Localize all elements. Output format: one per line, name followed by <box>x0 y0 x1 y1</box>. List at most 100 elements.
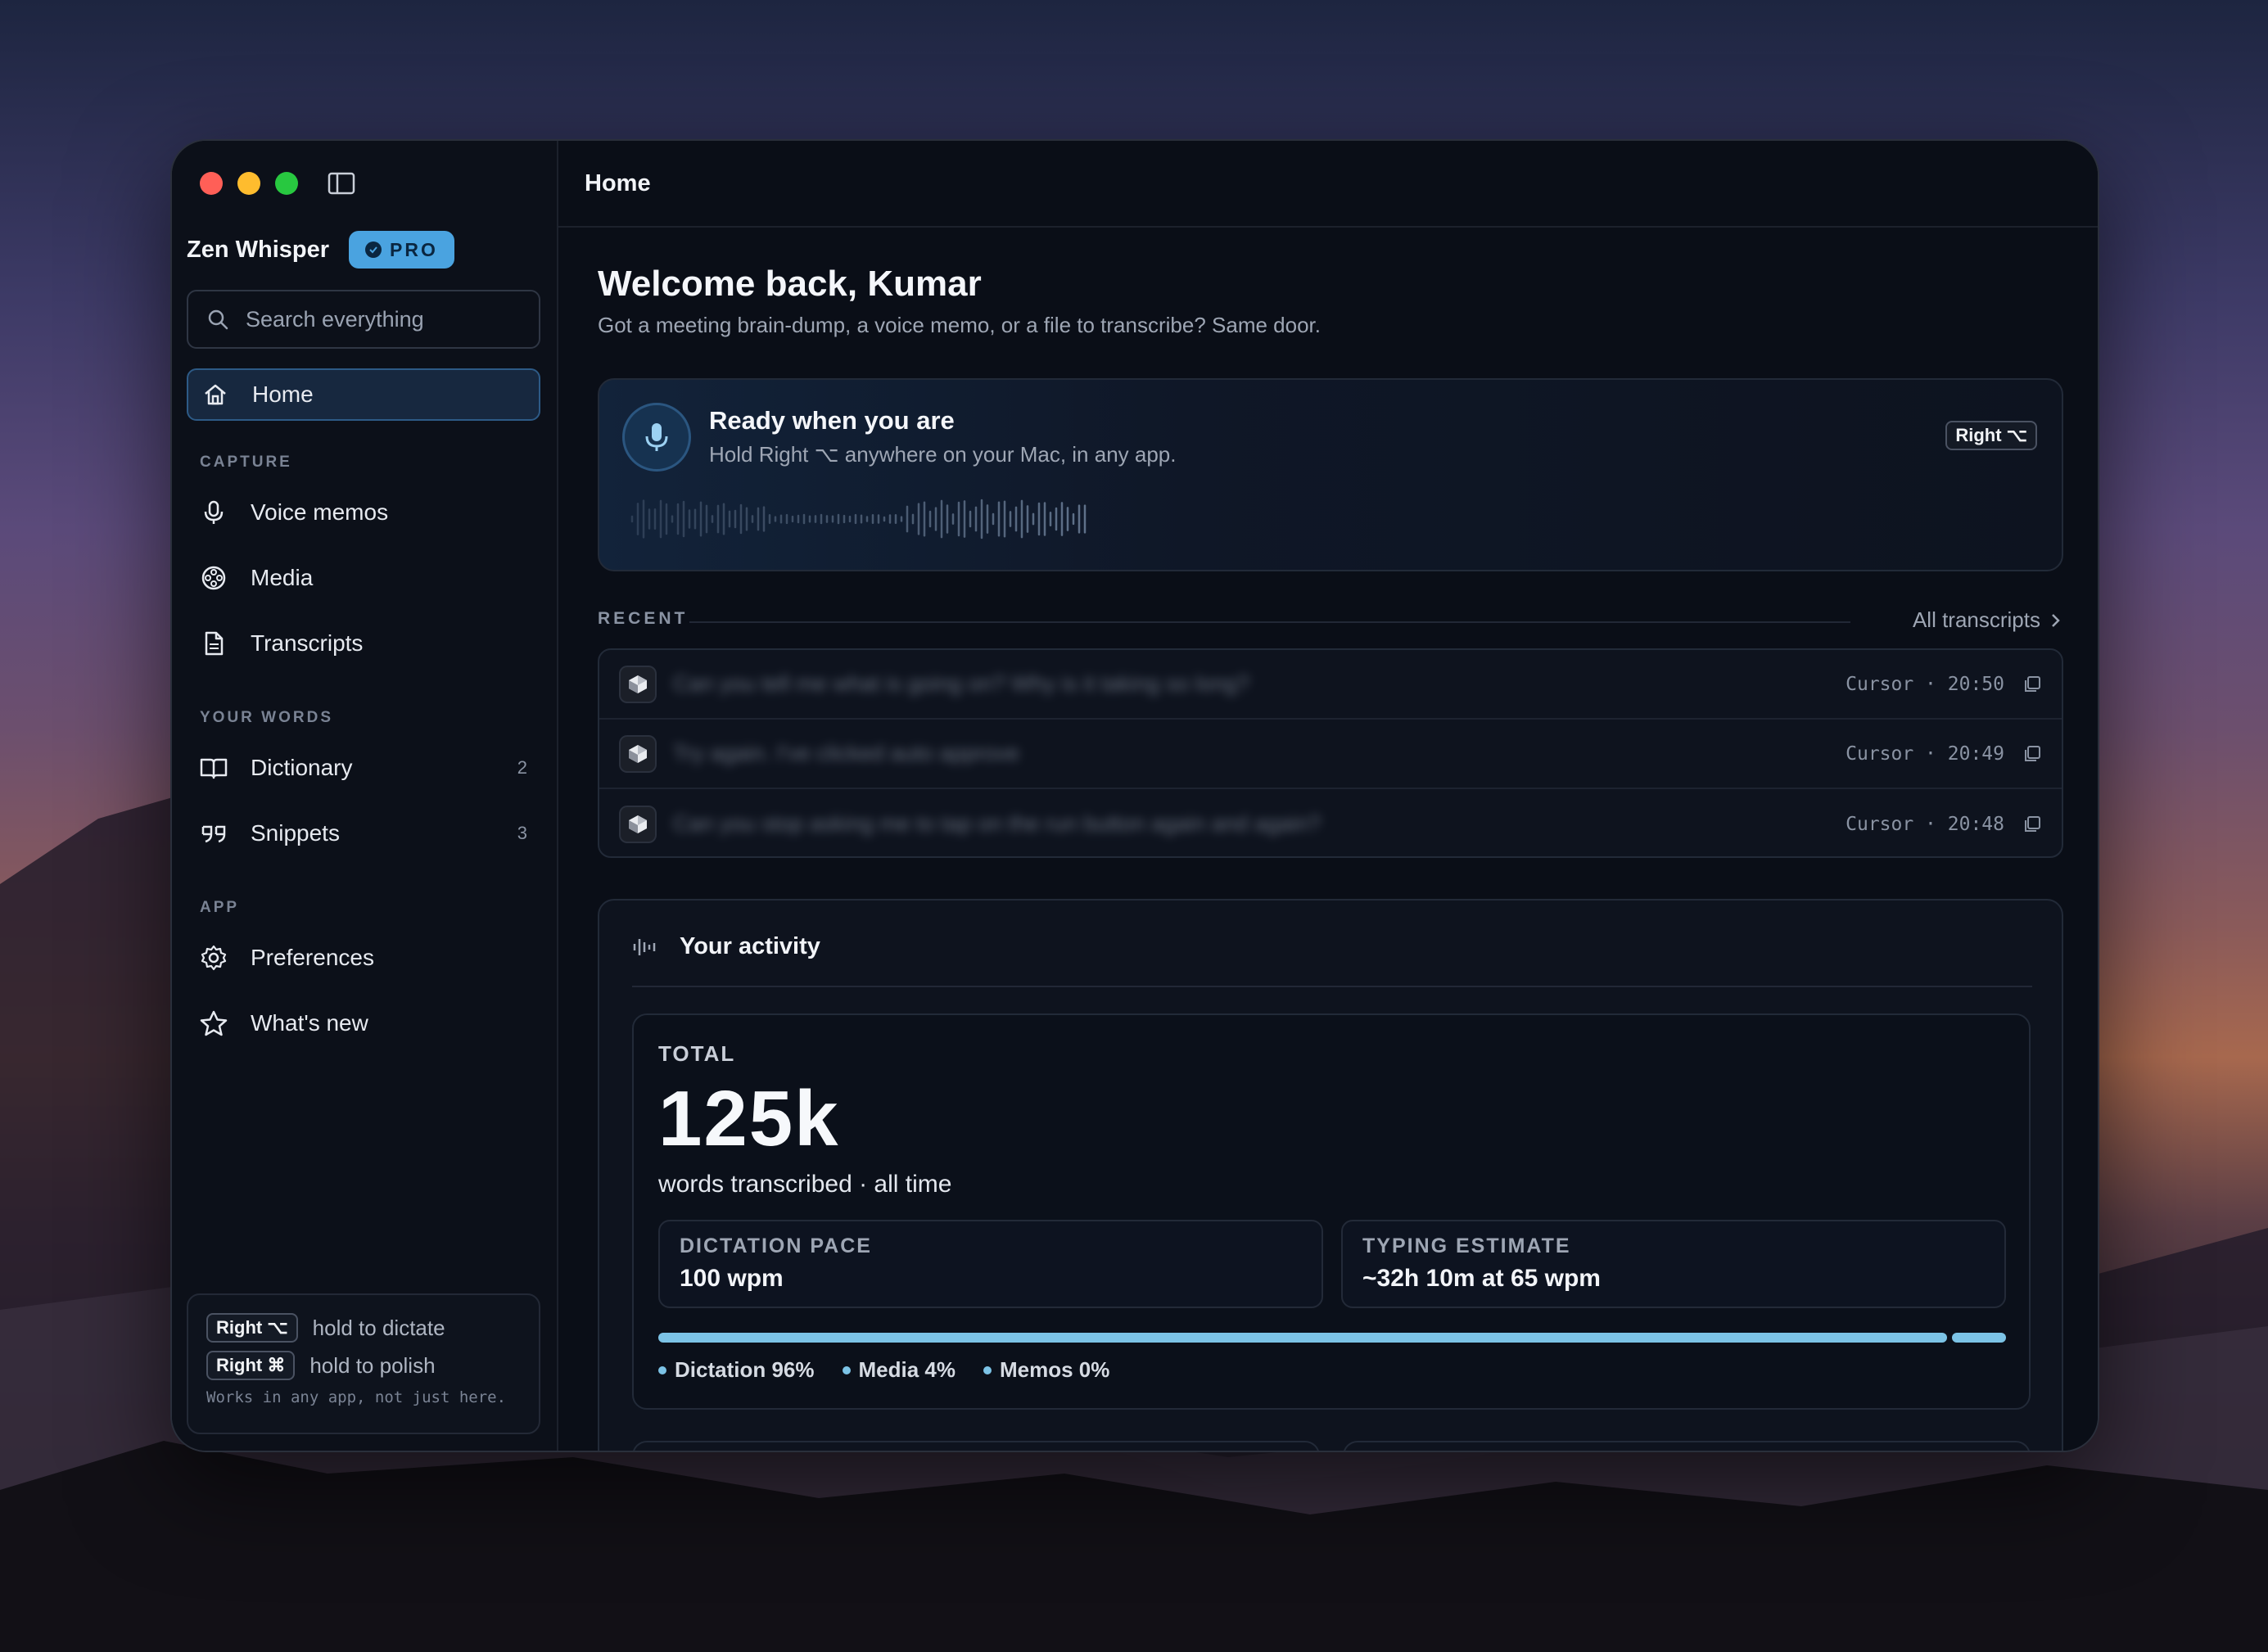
recent-row[interactable]: Can you stop asking me to tap on the run… <box>599 789 2062 856</box>
microphone-icon <box>200 499 228 526</box>
sidebar-item-label: Media <box>251 565 314 590</box>
sidebar-item-voice-memos[interactable]: Voice memos <box>187 486 540 539</box>
pace-value: 100 wpm <box>680 1265 784 1292</box>
gear-icon <box>200 944 228 972</box>
app-window: Zen Whisper PRO Search everything Home C… <box>170 139 2099 1452</box>
search-input[interactable]: Search everything <box>187 290 540 349</box>
recent-row-meta: Cursor · 20:49 <box>1846 742 2004 765</box>
dictionary-count: 2 <box>517 757 527 778</box>
typing-label: TYPING ESTIMATE <box>1362 1234 1571 1257</box>
dictate-key: Right ⌥ <box>206 1313 298 1343</box>
pro-badge: PRO <box>349 231 454 269</box>
recent-row-text: Can you stop asking me to tap on the run… <box>673 811 1321 836</box>
waveform-icon <box>633 938 656 955</box>
activity-card: Your activity TOTAL 125k words transcrib… <box>598 899 2063 1451</box>
sidebar-item-media[interactable]: Media <box>187 552 540 604</box>
recent-transcripts-list: Can you tell me what is going on? Why is… <box>598 648 2063 858</box>
sidebar-item-label: Snippets <box>251 820 340 846</box>
source-breakdown-bar <box>658 1333 2006 1343</box>
activity-subcard <box>632 1441 1320 1451</box>
recent-row-text: Can you tell me what is going on? Why is… <box>673 671 1249 696</box>
book-icon <box>200 754 228 782</box>
waveform-visual <box>630 499 1087 539</box>
app-name: Zen Whisper <box>187 236 330 263</box>
legend-dot <box>983 1365 992 1374</box>
search-placeholder: Search everything <box>246 306 424 332</box>
copy-icon[interactable] <box>2022 815 2042 834</box>
pace-label: DICTATION PACE <box>680 1234 872 1257</box>
ready-title: Ready when you are <box>709 406 955 435</box>
badge-check-icon <box>365 241 382 258</box>
dictate-hint: hold to dictate <box>312 1315 445 1340</box>
breakdown-segment <box>1952 1333 2006 1343</box>
home-icon <box>201 381 229 408</box>
shortcut-hints: Right ⌥ hold to dictate Right ⌘ hold to … <box>187 1293 540 1434</box>
sidebar-item-label: Transcripts <box>251 630 364 656</box>
recent-row-text: Try again. I've clicked auto approve <box>673 741 1019 765</box>
recent-row[interactable]: Can you tell me what is going on? Why is… <box>599 650 2062 720</box>
document-icon <box>200 630 228 657</box>
microphone-icon <box>645 423 668 451</box>
total-label: TOTAL <box>658 1041 736 1066</box>
ready-subtitle: Hold Right ⌥ anywhere on your Mac, in an… <box>709 442 1177 467</box>
quote-icon <box>200 819 228 847</box>
cursor-app-icon <box>619 665 657 703</box>
polish-key: Right ⌘ <box>206 1351 296 1380</box>
recent-divider <box>689 621 1850 623</box>
window-controls <box>200 172 298 195</box>
section-your-words: YOUR WORDS <box>200 709 333 726</box>
all-transcripts-label: All transcripts <box>1912 607 2040 632</box>
sidebar-item-whats-new[interactable]: What's new <box>187 997 540 1049</box>
all-transcripts-link[interactable]: All transcripts <box>1913 607 2062 633</box>
cursor-app-icon <box>619 805 657 843</box>
breakdown-legend: Dictation 96% Media 4% Memos 0% <box>658 1357 1109 1383</box>
legend-dictation: Dictation 96% <box>658 1357 815 1383</box>
recent-row-meta: Cursor · 20:48 <box>1846 813 2004 835</box>
recent-row[interactable]: Try again. I've clicked auto approve Cur… <box>599 720 2062 789</box>
search-icon <box>208 309 228 330</box>
pro-badge-label: PRO <box>390 238 438 260</box>
ready-shortcut-key: Right ⌥ <box>1945 421 2037 450</box>
welcome-heading: Welcome back, Kumar <box>598 264 982 304</box>
sidebar: Zen Whisper PRO Search everything Home C… <box>172 141 558 1451</box>
legend-label: Media 4% <box>858 1357 956 1382</box>
recent-row-meta: Cursor · 20:50 <box>1846 673 2004 695</box>
legend-dot <box>842 1365 851 1374</box>
breakdown-segment <box>658 1333 1947 1343</box>
ready-card[interactable]: Ready when you are Hold Right ⌥ anywhere… <box>598 378 2063 571</box>
activity-subcard <box>1343 1441 2031 1451</box>
cursor-app-icon <box>619 734 657 773</box>
minimize-window-button[interactable] <box>237 172 260 195</box>
zoom-window-button[interactable] <box>275 172 298 195</box>
record-button[interactable] <box>622 403 691 472</box>
hint-footer: Works in any app, not just here. <box>206 1388 507 1406</box>
typing-estimate-card: TYPING ESTIMATE ~32h 10m at 65 wpm <box>1341 1220 2006 1308</box>
sidebar-item-transcripts[interactable]: Transcripts <box>187 617 540 670</box>
sidebar-item-label: Home <box>252 381 314 407</box>
brand: Zen Whisper PRO <box>187 231 454 269</box>
dictation-pace-card: DICTATION PACE 100 wpm <box>658 1220 1323 1308</box>
sidebar-item-dictionary[interactable]: Dictionary 2 <box>187 742 540 794</box>
total-value: 125k <box>658 1075 840 1162</box>
chevron-right-icon <box>2052 613 2060 627</box>
sidebar-item-label: What's new <box>251 1010 368 1036</box>
section-capture: CAPTURE <box>200 454 292 471</box>
welcome-subtitle: Got a meeting brain-dump, a voice memo, … <box>598 313 1321 337</box>
close-window-button[interactable] <box>200 172 223 195</box>
top-bar: Home <box>558 141 2098 228</box>
sidebar-item-snippets[interactable]: Snippets 3 <box>187 807 540 860</box>
copy-icon[interactable] <box>2022 744 2042 764</box>
total-subtitle: words transcribed · all time <box>658 1171 952 1198</box>
snippets-count: 3 <box>517 823 527 843</box>
recent-label: RECENT <box>598 609 689 628</box>
sidebar-item-home[interactable]: Home <box>187 368 540 421</box>
legend-dot <box>658 1365 666 1374</box>
typing-value: ~32h 10m at 65 wpm <box>1362 1265 1601 1292</box>
legend-memos: Memos 0% <box>983 1357 1109 1383</box>
copy-icon[interactable] <box>2022 675 2042 694</box>
sidebar-toggle-icon[interactable] <box>328 172 355 195</box>
sidebar-item-preferences[interactable]: Preferences <box>187 932 540 984</box>
legend-label: Dictation 96% <box>675 1357 815 1382</box>
sidebar-item-label: Dictionary <box>251 755 353 780</box>
section-app: APP <box>200 899 240 916</box>
